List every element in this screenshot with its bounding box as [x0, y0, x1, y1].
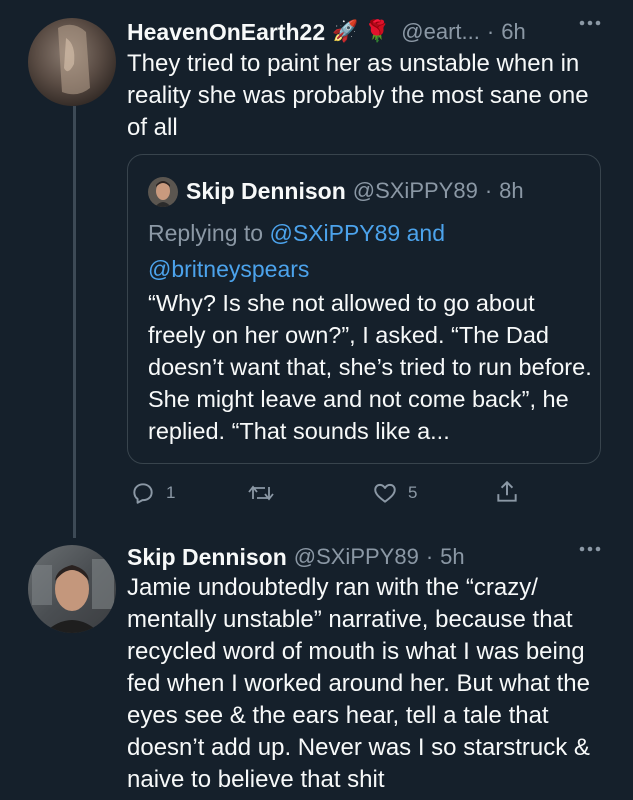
heart-icon	[372, 480, 398, 506]
reply-button[interactable]: 1	[130, 480, 175, 506]
avatar-skip-dennison[interactable]	[28, 545, 116, 633]
quoted-tweet-card[interactable]: Skip Dennison @SXiPPY89 · 8h Replying to…	[127, 154, 601, 464]
tweet1-text: They tried to paint her as unstable when…	[127, 50, 589, 141]
retweet-button[interactable]	[247, 480, 285, 506]
thread-line	[73, 106, 76, 538]
quote-text: “Why? Is she not allowed to go about fre…	[148, 290, 592, 444]
tweet2-handle[interactable]: @SXiPPY89	[294, 544, 419, 570]
tweet1-handle[interactable]: @eart...	[401, 19, 480, 45]
quote-separator: ·	[484, 178, 493, 203]
retweet-icon	[247, 480, 275, 506]
reply-count: 1	[166, 483, 176, 502]
quote-handle: @SXiPPY89	[352, 178, 478, 203]
share-icon	[494, 479, 520, 505]
tweet1-name-emojis: 🚀 🌹	[332, 20, 391, 43]
quote-replying-to: Replying to @SXiPPY89 and @britneyspears	[148, 215, 578, 287]
replying-to-label: Replying to	[148, 220, 264, 246]
quote-display-name: Skip Dennison	[186, 177, 346, 204]
avatar-heavenonearth22[interactable]	[28, 18, 116, 106]
more-horizontal-icon[interactable]	[578, 18, 602, 28]
tweet1-time[interactable]: 6h	[501, 19, 525, 45]
replying-to-and: and	[406, 220, 445, 246]
avatar-skip-dennison-small[interactable]	[148, 177, 178, 207]
quote-time: 8h	[499, 178, 524, 203]
tweet1-display-name[interactable]: HeavenOnEarth22	[127, 19, 325, 46]
tweet2-separator: ·	[425, 544, 434, 569]
tweet2-display-name[interactable]: Skip Dennison	[127, 544, 287, 571]
like-button[interactable]: 5	[372, 480, 417, 506]
tweet2-time[interactable]: 5h	[440, 544, 464, 570]
reply-icon	[130, 480, 156, 506]
replying-to-user-britneyspears[interactable]: @britneyspears	[148, 256, 309, 282]
like-count: 5	[408, 483, 418, 502]
more-horizontal-icon[interactable]	[578, 544, 602, 554]
tweet2-text: Jamie undoubtedly ran with the “crazy/ m…	[127, 574, 590, 793]
tweet1-separator: ·	[486, 19, 495, 44]
share-button[interactable]	[494, 479, 520, 505]
replying-to-user-sxippy89[interactable]: @SXiPPY89	[269, 220, 400, 246]
